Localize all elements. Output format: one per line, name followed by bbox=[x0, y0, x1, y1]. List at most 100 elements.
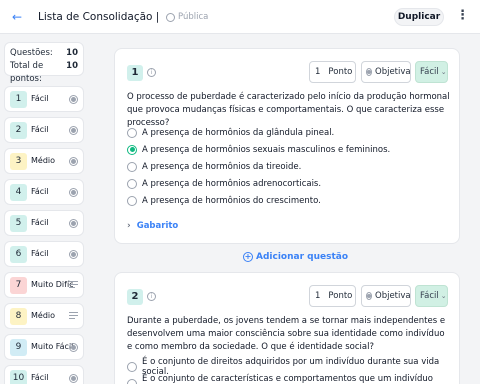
radio-icon[interactable] bbox=[127, 178, 137, 189]
question-nav-number: 8 bbox=[10, 308, 27, 325]
duplicate-button[interactable]: Duplicar bbox=[394, 8, 444, 26]
radio-icon[interactable] bbox=[127, 161, 137, 172]
chevron-right-icon: › bbox=[127, 221, 131, 231]
answer-option-text: É o conjunto de características e compor… bbox=[142, 373, 433, 384]
difficulty-label: Fácil bbox=[420, 291, 439, 301]
chevron-down-icon: ⌄ bbox=[440, 292, 447, 300]
question-type-select[interactable]: Objetiva bbox=[361, 285, 411, 307]
radio-icon bbox=[69, 219, 78, 228]
question-nav-item[interactable]: 6 Fácil bbox=[4, 241, 84, 267]
answer-option-text: A presença de hormônios da glândula pine… bbox=[142, 127, 335, 138]
question-nav-item[interactable]: 5 Fácil bbox=[4, 210, 84, 236]
points-field[interactable]: 1 Ponto bbox=[309, 61, 356, 83]
radio-icon bbox=[69, 95, 78, 104]
answer-option[interactable]: A presença de hormônios sexuais masculin… bbox=[127, 141, 447, 158]
answer-option-text: A presença de hormônios adrenocorticais. bbox=[142, 178, 322, 189]
points-value: 1 bbox=[315, 291, 321, 301]
answer-option[interactable]: A presença de hormônios adrenocorticais. bbox=[127, 175, 447, 192]
question-nav-difficulty: Fácil bbox=[31, 125, 49, 134]
radio-icon[interactable] bbox=[127, 361, 137, 372]
info-icon[interactable]: i bbox=[147, 68, 156, 77]
objective-type-icon bbox=[366, 292, 372, 300]
question-nav-number: 10 bbox=[10, 370, 27, 384]
total-points-label: Total de pontos: bbox=[10, 61, 44, 84]
points-field[interactable]: 1 Ponto bbox=[309, 285, 356, 307]
answer-option[interactable]: A presença de hormônios da tireoide. bbox=[127, 158, 447, 175]
answer-options: A presença de hormônios da glândula pine… bbox=[127, 124, 447, 209]
question-number-badge: 1 bbox=[127, 65, 143, 81]
question-nav-number: 5 bbox=[10, 215, 27, 232]
question-nav-number: 7 bbox=[10, 277, 27, 294]
question-number-badge: 2 bbox=[127, 289, 143, 305]
info-icon[interactable]: i bbox=[147, 292, 156, 301]
points-value: 1 bbox=[315, 67, 321, 77]
question-nav-item[interactable]: 10 Fácil bbox=[4, 365, 84, 384]
question-card-1: 1 i 1 Ponto Objetiva Fácil ⌄ O processo de… bbox=[114, 48, 460, 244]
question-nav-number: 3 bbox=[10, 153, 27, 170]
question-nav-number: 1 bbox=[10, 91, 27, 108]
total-points-value: 10 bbox=[66, 61, 78, 71]
plus-circle-icon: + bbox=[243, 252, 253, 262]
answer-option[interactable]: É o conjunto de características e compor… bbox=[127, 373, 447, 384]
question-stem: Durante a puberdade, os jovens tendem a … bbox=[127, 316, 446, 352]
question-nav-item[interactable]: 2 Fácil bbox=[4, 117, 84, 143]
question-nav-difficulty: Médio bbox=[31, 156, 56, 165]
question-nav-difficulty: Muito Fácil bbox=[31, 342, 73, 351]
chevron-down-icon: ⌄ bbox=[440, 68, 447, 76]
question-nav-difficulty: Fácil bbox=[31, 187, 49, 196]
question-nav-item[interactable]: 9 Muito Fácil bbox=[4, 334, 84, 360]
radio-icon bbox=[69, 157, 78, 166]
question-nav-item[interactable]: 3 Médio bbox=[4, 148, 84, 174]
radio-icon[interactable] bbox=[127, 127, 137, 138]
add-question-label: Adicionar questão bbox=[256, 252, 349, 262]
answer-option[interactable]: É o conjunto de direitos adquiridos por … bbox=[127, 357, 447, 377]
lines-icon bbox=[69, 312, 78, 321]
difficulty-select[interactable]: Fácil ⌄ bbox=[415, 285, 448, 307]
radio-icon bbox=[69, 343, 78, 352]
answer-option-text: A presença de hormônios do crescimento. bbox=[142, 195, 321, 206]
radio-icon[interactable] bbox=[127, 378, 137, 384]
question-nav-item[interactable]: 4 Fácil bbox=[4, 179, 84, 205]
answer-key-label: Gabarito bbox=[136, 221, 179, 231]
question-nav-item[interactable]: 8 Médio bbox=[4, 303, 84, 329]
top-bar: ← Lista de Consolidação | Corpo Humano P… bbox=[0, 0, 480, 34]
question-nav-difficulty: Fácil bbox=[31, 94, 49, 103]
add-question-button[interactable]: + Adicionar questão bbox=[243, 252, 348, 262]
questions-count-label: Questões: bbox=[10, 48, 53, 58]
back-arrow-icon[interactable]: ← bbox=[10, 10, 24, 24]
question-nav-number: 4 bbox=[10, 184, 27, 201]
question-nav-difficulty: Médio bbox=[31, 311, 56, 320]
radio-icon[interactable] bbox=[127, 144, 137, 155]
difficulty-select[interactable]: Fácil ⌄ bbox=[415, 61, 448, 83]
points-unit: Ponto bbox=[328, 67, 353, 77]
points-unit: Ponto bbox=[328, 291, 353, 301]
question-card-2: 2 i 1 Ponto Objetiva Fácil ⌄ Durante a pub… bbox=[114, 272, 460, 384]
question-type-label: Objetiva bbox=[375, 67, 411, 77]
question-nav-list: 1 Fácil 2 Fácil 3 Médio 4 Fácil 5 Fácil 6 Fácil 7 Mui… bbox=[4, 86, 84, 384]
question-nav-difficulty: Muito Difícil bbox=[31, 280, 73, 289]
question-nav-difficulty: Fácil bbox=[31, 218, 49, 227]
radio-icon bbox=[69, 374, 78, 383]
question-nav-item[interactable]: 7 Muito Difícil bbox=[4, 272, 84, 298]
question-type-select[interactable]: Objetiva bbox=[361, 61, 411, 83]
question-nav-number: 2 bbox=[10, 122, 27, 139]
answer-option-text: A presença de hormônios sexuais masculin… bbox=[142, 144, 391, 155]
question-nav-item[interactable]: 1 Fácil bbox=[4, 86, 84, 112]
visibility-label: Pública bbox=[178, 12, 209, 22]
question-nav-number: 6 bbox=[10, 246, 27, 263]
lines-icon bbox=[69, 281, 78, 290]
question-type-label: Objetiva bbox=[375, 291, 411, 301]
radio-icon bbox=[69, 188, 78, 197]
list-summary: Questões: 10 Total de pontos: 10 bbox=[4, 42, 84, 84]
radio-icon bbox=[69, 126, 78, 135]
question-nav-difficulty: Fácil bbox=[31, 373, 49, 382]
objective-type-icon bbox=[366, 68, 372, 76]
radio-icon[interactable] bbox=[127, 195, 137, 206]
more-options-icon[interactable]: ⋮ bbox=[456, 9, 469, 25]
answer-option[interactable]: A presença de hormônios do crescimento. bbox=[127, 192, 447, 209]
answer-key-toggle[interactable]: › Gabarito bbox=[127, 221, 178, 231]
page-title: Lista de Consolidação | Corpo Humano bbox=[38, 11, 160, 23]
visibility-status[interactable]: Pública bbox=[166, 12, 208, 22]
answer-option[interactable]: A presença de hormônios da glândula pine… bbox=[127, 124, 447, 141]
answer-option-text: A presença de hormônios da tireoide. bbox=[142, 161, 302, 172]
